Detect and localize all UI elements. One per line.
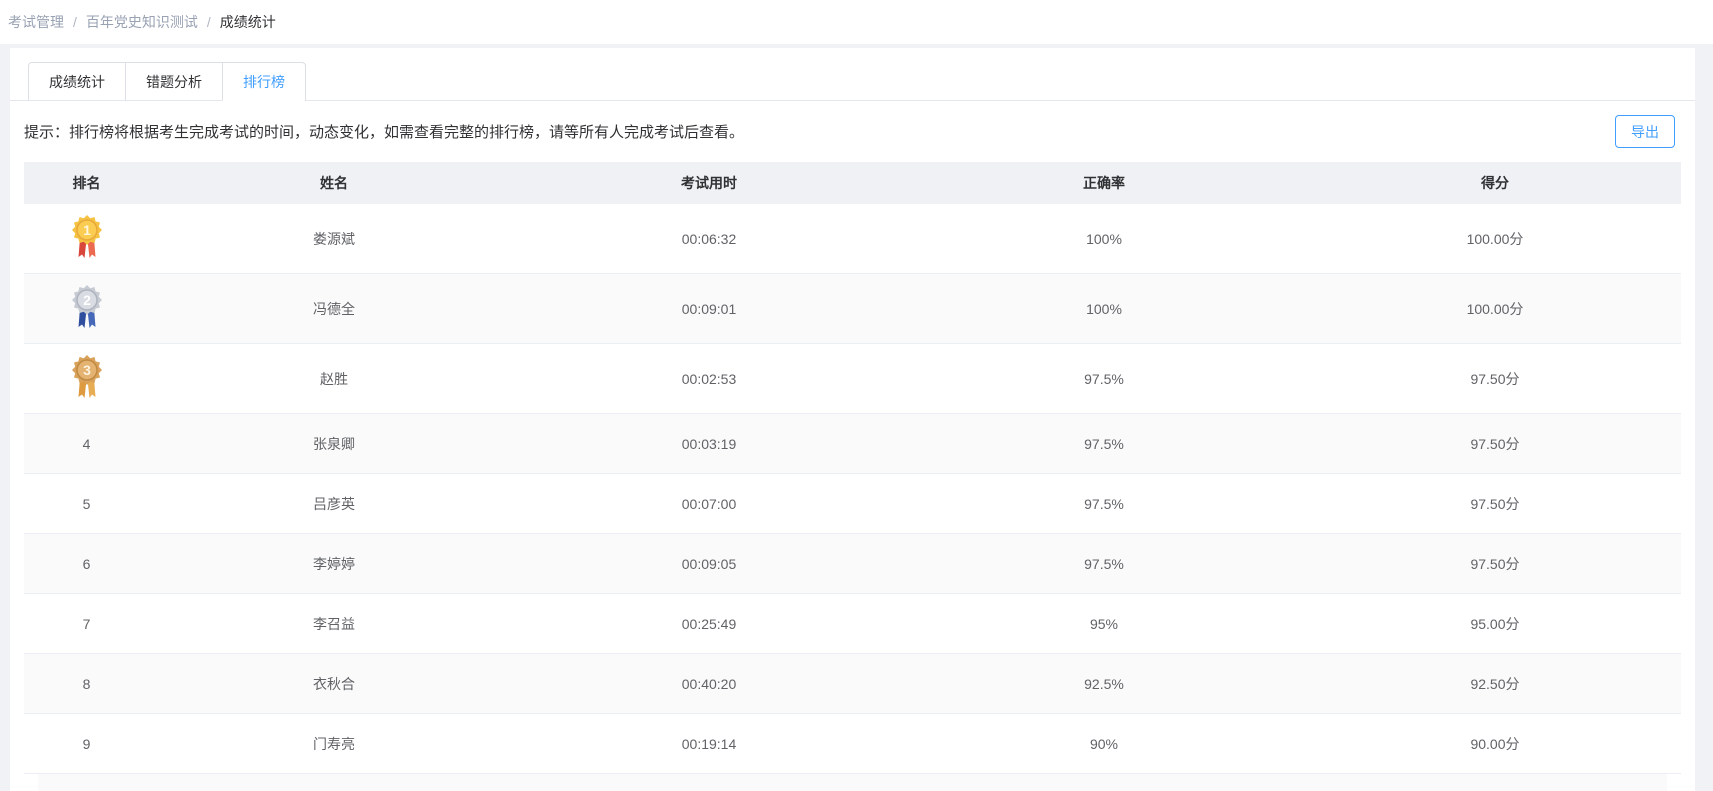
svg-text:2: 2: [83, 292, 91, 308]
tab-ranking[interactable]: 排行榜: [222, 63, 305, 101]
duration-cell: 00:02:53: [519, 371, 899, 387]
export-button[interactable]: 导出: [1615, 115, 1675, 148]
breadcrumb-separator: /: [207, 14, 211, 30]
accuracy-cell: 100%: [899, 231, 1309, 247]
rank-cell: 8: [24, 676, 149, 692]
rank-number: 8: [83, 676, 91, 692]
score-cell: 97.50分: [1309, 369, 1681, 389]
name-cell: 赵胜: [149, 369, 519, 389]
duration-cell: 00:07:00: [519, 496, 899, 512]
name-cell: 衣秋合: [149, 674, 519, 694]
score-cell: 97.50分: [1309, 494, 1681, 514]
accuracy-cell: 97.5%: [899, 371, 1309, 387]
toolbar: 提示：排行榜将根据考生完成考试的时间，动态变化，如需查看完整的排行榜，请等所有人…: [10, 101, 1695, 162]
table-row: 7 李召益 00:25:49 95% 95.00分: [24, 594, 1681, 654]
tab-score-statistics[interactable]: 成绩统计: [29, 63, 125, 101]
breadcrumb-separator: /: [73, 14, 77, 30]
duration-cell: 00:09:05: [519, 556, 899, 572]
score-cell: 90.00分: [1309, 734, 1681, 754]
ranking-tip-text: 提示：排行榜将根据考生完成考试的时间，动态变化，如需查看完整的排行榜，请等所有人…: [24, 121, 1615, 142]
table-body: 1 娄源斌 00:06:32 100% 100.00分 2 冯德全 00:09:…: [24, 204, 1681, 774]
rank-cell: 9: [24, 736, 149, 752]
name-cell: 娄源斌: [149, 229, 519, 249]
accuracy-cell: 97.5%: [899, 496, 1309, 512]
column-header: 得分: [1309, 173, 1681, 193]
name-cell: 李婷婷: [149, 554, 519, 574]
table-header-row: 排名 姓名 考试用时 正确率 得分: [24, 162, 1681, 204]
column-header: 姓名: [149, 173, 519, 193]
accuracy-cell: 90%: [899, 736, 1309, 752]
content-card: 成绩统计 错题分析 排行榜 提示：排行榜将根据考生完成考试的时间，动态变化，如需…: [10, 48, 1695, 791]
table-row: 8 衣秋合 00:40:20 92.5% 92.50分: [24, 654, 1681, 714]
breadcrumb-item-score-statistics: 成绩统计: [220, 12, 276, 32]
duration-cell: 00:19:14: [519, 736, 899, 752]
table-row: 4 张泉卿 00:03:19 97.5% 97.50分: [24, 414, 1681, 474]
table-row: 3 赵胜 00:02:53 97.5% 97.50分: [24, 344, 1681, 414]
svg-text:3: 3: [83, 362, 91, 378]
rank-number: 9: [83, 736, 91, 752]
rank-number: 5: [83, 496, 91, 512]
breadcrumb: 考试管理 / 百年党史知识测试 / 成绩统计: [0, 0, 1713, 44]
rank-cell: 4: [24, 436, 149, 452]
duration-cell: 00:25:49: [519, 616, 899, 632]
rank-cell: 6: [24, 556, 149, 572]
rank-number: 6: [83, 556, 91, 572]
duration-cell: 00:06:32: [519, 231, 899, 247]
score-cell: 97.50分: [1309, 554, 1681, 574]
score-cell: 92.50分: [1309, 674, 1681, 694]
medal-rank-3-icon: 3: [69, 354, 105, 401]
table-row: 5 吕彦英 00:07:00 97.5% 97.50分: [24, 474, 1681, 534]
rank-number: 7: [83, 616, 91, 632]
rank-cell: 7: [24, 616, 149, 632]
column-header: 排名: [24, 173, 149, 193]
score-cell: 97.50分: [1309, 434, 1681, 454]
accuracy-cell: 100%: [899, 301, 1309, 317]
accuracy-cell: 97.5%: [899, 436, 1309, 452]
ranking-table: 排名 姓名 考试用时 正确率 得分 1 娄源斌 00:06:32 100% 10…: [24, 162, 1681, 791]
table-row: 6 李婷婷 00:09:05 97.5% 97.50分: [24, 534, 1681, 594]
breadcrumb-item-exam-name[interactable]: 百年党史知识测试: [86, 12, 198, 32]
tabs-bar: 成绩统计 错题分析 排行榜: [10, 62, 1695, 101]
column-header: 考试用时: [519, 173, 899, 193]
accuracy-cell: 97.5%: [899, 556, 1309, 572]
svg-text:1: 1: [83, 222, 91, 238]
rank-cell: 2: [24, 284, 149, 334]
accuracy-cell: 92.5%: [899, 676, 1309, 692]
rank-cell: 3: [24, 354, 149, 404]
medal-rank-2-icon: 2: [69, 284, 105, 331]
duration-cell: 00:40:20: [519, 676, 899, 692]
name-cell: 冯德全: [149, 299, 519, 319]
table-row: 2 冯德全 00:09:01 100% 100.00分: [24, 274, 1681, 344]
rank-cell: 5: [24, 496, 149, 512]
score-cell: 95.00分: [1309, 614, 1681, 634]
table-row: 1 娄源斌 00:06:32 100% 100.00分: [24, 204, 1681, 274]
tab-strip: 成绩统计 错题分析 排行榜: [28, 62, 306, 101]
score-cell: 100.00分: [1309, 229, 1681, 249]
tab-wrong-question-analysis[interactable]: 错题分析: [125, 63, 222, 101]
table-row: 9 门寿亮 00:19:14 90% 90.00分: [24, 714, 1681, 774]
rank-cell: 1: [24, 214, 149, 264]
name-cell: 吕彦英: [149, 494, 519, 514]
accuracy-cell: 95%: [899, 616, 1309, 632]
table-row-partial: [38, 774, 1667, 791]
duration-cell: 00:03:19: [519, 436, 899, 452]
medal-rank-1-icon: 1: [69, 214, 105, 261]
column-header: 正确率: [899, 173, 1309, 193]
rank-number: 4: [83, 436, 91, 452]
score-cell: 100.00分: [1309, 299, 1681, 319]
duration-cell: 00:09:01: [519, 301, 899, 317]
breadcrumb-item-exam-management[interactable]: 考试管理: [8, 12, 64, 32]
name-cell: 门寿亮: [149, 734, 519, 754]
name-cell: 张泉卿: [149, 434, 519, 454]
name-cell: 李召益: [149, 614, 519, 634]
